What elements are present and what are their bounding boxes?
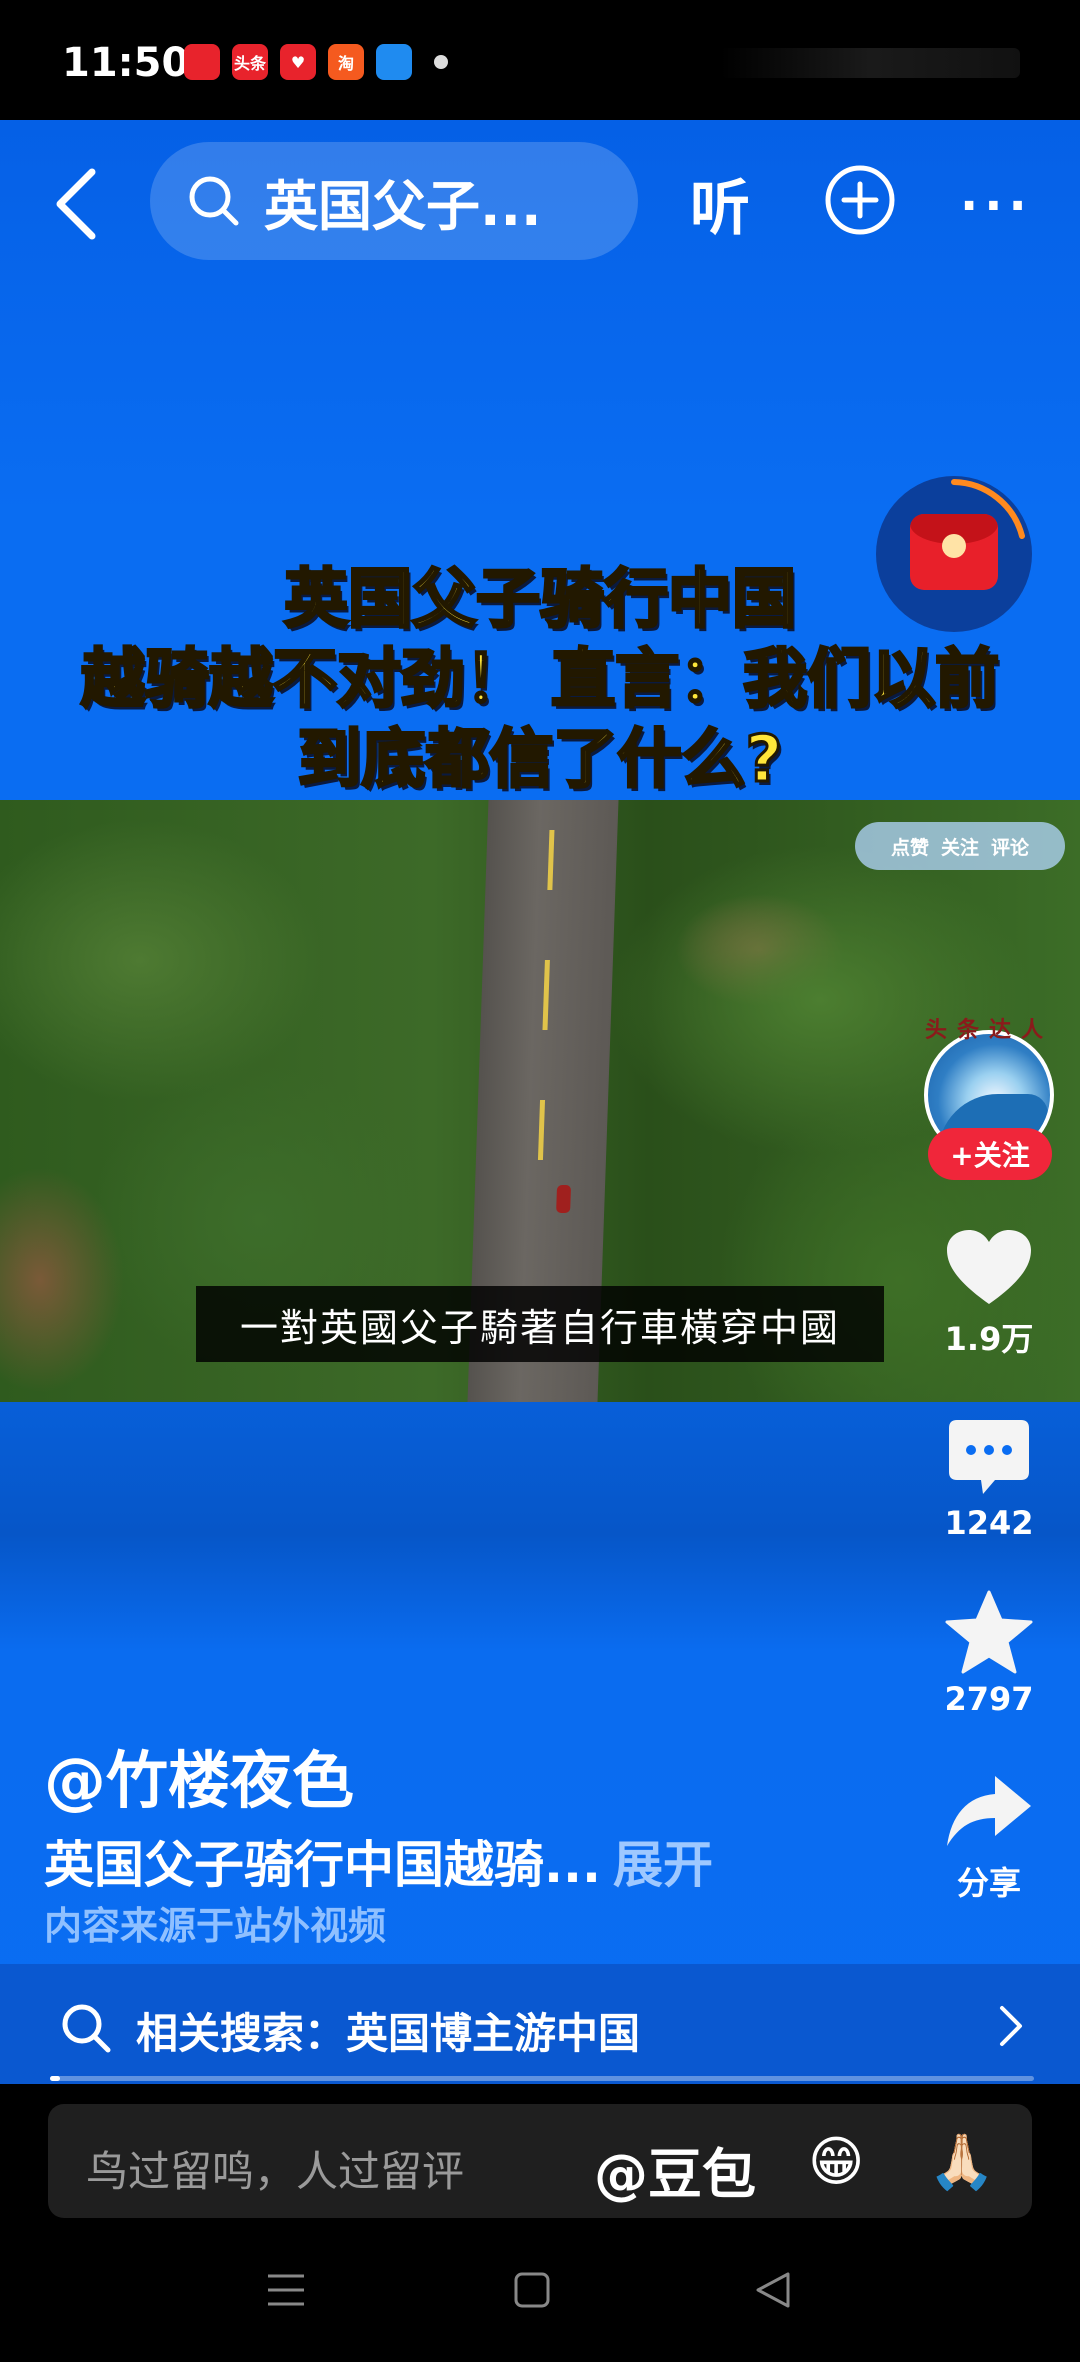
search-bar[interactable]: 英国父子... (150, 142, 638, 260)
heart-icon (947, 1230, 1031, 1304)
star-icon (945, 1590, 1033, 1674)
comment-button[interactable]: 1242 (914, 1418, 1064, 1542)
video-progress-fill (50, 2076, 60, 2081)
like-count: 1.9万 (944, 1320, 1034, 1358)
tag-like-label: 点赞 (890, 836, 929, 859)
back-button[interactable] (48, 164, 108, 244)
pray-emoji-button[interactable]: 🙏🏻 (928, 2130, 995, 2194)
share-arrow-icon (947, 1776, 1031, 1846)
home-square-icon[interactable] (512, 2270, 552, 2310)
favorite-button[interactable]: 2797 (914, 1590, 1064, 1718)
comment-input[interactable]: 鸟过留鸣，人过留评 @豆包 😁 🙏🏻 (48, 2104, 1032, 2218)
creator-badge: 头条达人 (924, 1018, 1053, 1043)
more-options-button[interactable]: ··· (960, 178, 1033, 234)
expand-link[interactable]: 展开 (613, 1836, 713, 1894)
back-triangle-icon[interactable] (754, 2270, 794, 2310)
comment-placeholder: 鸟过留鸣，人过留评 (86, 2147, 465, 2196)
cyclist-image (556, 1185, 572, 1213)
comment-count: 1242 (944, 1504, 1034, 1542)
favorite-count: 2797 (944, 1680, 1034, 1718)
chevron-right-icon (1000, 2006, 1022, 2046)
video-feed: 英国父子... 听 ··· 英国父子骑行中国 越骑越不对劲！ 直言：我们以前 到… (0, 120, 1080, 2084)
video-title-line: 到底都信了什么? (296, 722, 784, 799)
comment-icon (949, 1420, 1029, 1494)
status-indicators (720, 48, 1020, 78)
status-time: 11:50 (62, 40, 190, 86)
heart-app-icon: ♥ (280, 44, 316, 80)
video-title-line: 越骑越不对劲！ 直言：我们以前 (79, 642, 1000, 719)
related-search-bar[interactable]: 相关搜索：英国博主游中国 (0, 1964, 1080, 2084)
system-nav-bar (0, 2224, 1080, 2362)
taobao-app-icon: 淘 (328, 44, 364, 80)
source-note: 内容来源于站外视频 (44, 1904, 387, 1948)
listen-button[interactable]: 听 (690, 160, 750, 247)
menu-icon[interactable] (266, 2270, 306, 2310)
video-subtitle: 一對英國父子騎著自行車橫穿中國 (196, 1286, 884, 1362)
like-button[interactable]: 1.9万 (914, 1228, 1064, 1360)
more-notifications-dot (434, 55, 448, 69)
share-label: 分享 (956, 1864, 1021, 1902)
video-title-line: 英国父子骑行中国 (283, 562, 798, 639)
related-search-text: 相关搜索：英国博主游中国 (136, 2009, 641, 2058)
search-icon (189, 176, 239, 226)
follow-button[interactable]: +关注 (928, 1128, 1052, 1180)
post-description[interactable]: 英国父子骑行中国越骑... 展开 (44, 1825, 713, 1897)
video-title-overlay: 英国父子骑行中国 越骑越不对劲！ 直言：我们以前 到底都信了什么? (0, 560, 1080, 800)
video-engagement-tag: 点赞 关注 评论 (855, 822, 1065, 870)
status-bar: 11:50 头条 ♥ 淘 (0, 0, 1080, 120)
mention-doubao-button[interactable]: @豆包 (594, 2130, 756, 2209)
search-query: 英国父子... (264, 174, 542, 238)
tag-comment-label: 评论 (991, 836, 1030, 859)
browser-app-icon (376, 44, 412, 80)
app-notification-icon (184, 44, 220, 80)
toutiao-app-icon: 头条 (232, 44, 268, 80)
description-text: 英国父子骑行中国越骑... (44, 1836, 601, 1894)
grin-emoji-button[interactable]: 😁 (808, 2130, 864, 2193)
video-progress-bar[interactable] (50, 2076, 1034, 2081)
chevron-left-icon (56, 168, 96, 240)
share-button[interactable]: 分享 (914, 1772, 1064, 1904)
tag-follow-label: 关注 (940, 836, 979, 859)
status-app-icons: 头条 ♥ 淘 (184, 44, 448, 80)
plus-circle-icon (825, 165, 895, 235)
add-button[interactable] (824, 164, 896, 236)
comment-bar: 鸟过留鸣，人过留评 @豆包 😁 🙏🏻 (0, 2084, 1080, 2224)
author-name[interactable]: @竹楼夜色 (44, 1730, 354, 1820)
search-icon (62, 2004, 111, 2053)
